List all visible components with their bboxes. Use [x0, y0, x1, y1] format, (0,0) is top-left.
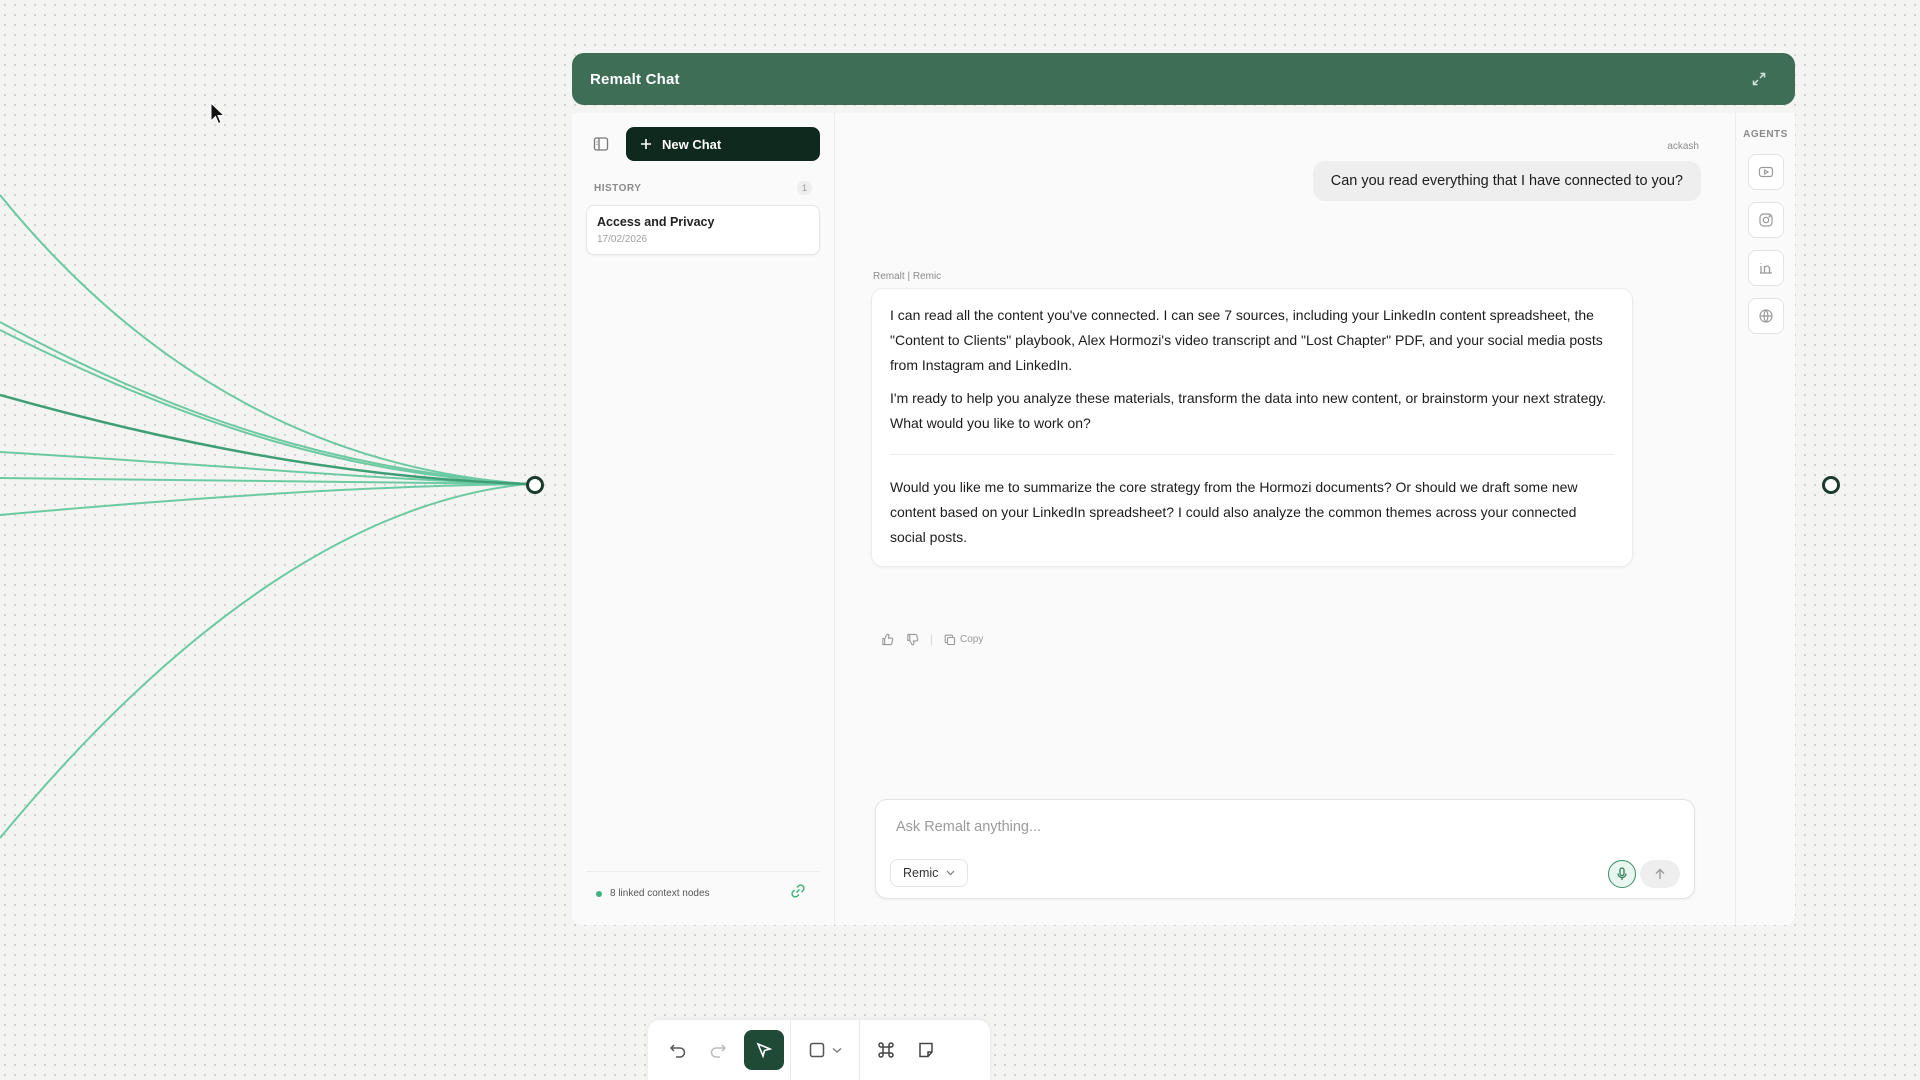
agents-panel: AGENTS — [1735, 113, 1795, 925]
input-port[interactable] — [526, 476, 544, 494]
connector-line — [0, 321, 529, 485]
instagram-agent-button[interactable] — [1747, 202, 1784, 238]
separator — [931, 633, 932, 646]
undo-icon — [669, 1044, 686, 1058]
link-icon[interactable] — [790, 883, 806, 904]
history-count-badge: 1 — [796, 181, 812, 195]
thumbs-up-icon[interactable] — [881, 633, 894, 646]
microphone-button[interactable] — [1608, 860, 1636, 888]
connector-line — [0, 329, 529, 485]
redo-button[interactable] — [698, 1030, 738, 1070]
toolbar-divider — [790, 1020, 791, 1080]
sidebar-toggle-icon[interactable] — [586, 129, 616, 159]
youtube-agent-button[interactable] — [1747, 154, 1784, 190]
toolbar-divider — [859, 1020, 860, 1080]
microphone-icon — [1617, 867, 1627, 880]
web-agent-button[interactable] — [1747, 298, 1784, 334]
chevron-down-icon — [832, 1047, 842, 1053]
message-actions: Copy — [881, 633, 983, 646]
window-title: Remalt Chat — [590, 70, 680, 88]
command-icon — [878, 1042, 894, 1058]
model-selector-value: Remic — [903, 866, 939, 880]
youtube-icon — [1758, 166, 1773, 178]
expand-icon[interactable] — [1749, 69, 1769, 89]
arrow-up-icon — [1655, 868, 1665, 879]
assistant-name: Remalt | Remic — [873, 271, 942, 282]
mouse-cursor — [210, 102, 226, 125]
linked-nodes-text: 8 linked context nodes — [610, 888, 710, 899]
shape-tool-button[interactable] — [797, 1030, 853, 1070]
message-composer: Remic — [875, 799, 1695, 899]
pointer-icon — [756, 1042, 773, 1059]
select-tool-button[interactable] — [744, 1030, 784, 1070]
sticky-note-icon — [919, 1042, 933, 1058]
new-chat-button[interactable]: New Chat — [626, 127, 820, 161]
output-port[interactable] — [1822, 476, 1840, 494]
copy-icon — [944, 634, 956, 645]
chat-sidebar: New Chat HISTORY 1 Access and Privacy 17… — [572, 113, 835, 925]
connector-line — [0, 194, 529, 485]
globe-icon — [1758, 309, 1773, 323]
message-input[interactable] — [896, 814, 1656, 840]
instagram-icon — [1758, 213, 1773, 227]
history-item-date: 17/02/2026 — [597, 234, 648, 245]
assistant-paragraph: I can read all the content you've connec… — [890, 307, 1603, 373]
copy-button[interactable]: Copy — [944, 634, 983, 646]
sidebar-footer: 8 linked context nodes — [586, 871, 820, 915]
note-tool-button[interactable] — [906, 1030, 946, 1070]
agents-heading: AGENTS — [1743, 129, 1788, 140]
square-icon — [809, 1042, 825, 1058]
chevron-down-icon — [946, 870, 955, 876]
assistant-paragraph: Would you like me to summarize the core … — [890, 479, 1578, 545]
assistant-paragraph: I'm ready to help you analyze these mate… — [890, 390, 1606, 431]
chat-body: New Chat HISTORY 1 Access and Privacy 17… — [572, 113, 1795, 925]
history-heading: HISTORY — [594, 182, 642, 194]
chat-titlebar[interactable]: Remalt Chat — [572, 53, 1795, 105]
model-selector[interactable]: Remic — [890, 859, 969, 887]
redo-icon — [710, 1044, 727, 1058]
user-message: Can you read everything that I have conn… — [1312, 161, 1701, 201]
chat-window: Remalt Chat New Chat HISTORY 1 Access an… — [572, 53, 1795, 925]
canvas-toolbar — [648, 1020, 990, 1080]
user-name: ackash — [1667, 141, 1699, 152]
copy-label: Copy — [960, 634, 984, 645]
connector-lines — [0, 194, 529, 839]
divider — [890, 454, 1614, 455]
history-item-title: Access and Privacy — [597, 215, 715, 229]
linkedin-icon — [1759, 263, 1772, 274]
chat-main: ackash Can you read everything that I ha… — [835, 113, 1735, 925]
send-button[interactable] — [1640, 860, 1680, 888]
status-dot — [596, 890, 602, 897]
new-chat-label: New Chat — [662, 136, 722, 152]
assistant-message: I can read all the content you've connec… — [871, 288, 1633, 567]
history-item[interactable]: Access and Privacy 17/02/2026 — [586, 205, 820, 255]
thumbs-down-icon[interactable] — [906, 633, 919, 646]
connector-line — [0, 483, 529, 839]
connect-tool-button[interactable] — [866, 1030, 906, 1070]
plus-icon — [641, 139, 651, 149]
linkedin-agent-button[interactable] — [1747, 250, 1784, 286]
connector-line — [0, 393, 529, 486]
undo-button[interactable] — [658, 1030, 698, 1070]
